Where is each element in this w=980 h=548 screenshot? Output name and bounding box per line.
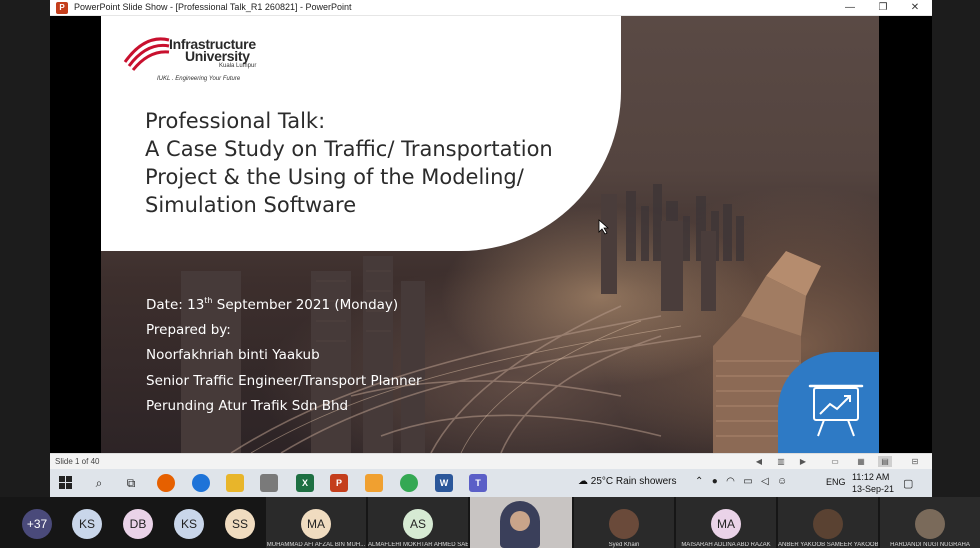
restore-button[interactable]: ❐ [868, 0, 898, 16]
excel-icon[interactable]: X [296, 474, 314, 492]
prepared-by-label: Prepared by: [146, 321, 231, 338]
presenter-company: Perunding Atur Trafik Sdn Bhd [146, 398, 349, 414]
notification-icon[interactable]: ▢ [903, 477, 913, 490]
participant-tile[interactable]: MA MUHAMMAD AFI AFZAL BIN MUH... [266, 497, 366, 548]
participant-name: HARDANDI NUGI NUGRAHA [890, 542, 970, 548]
powerpoint-app-icon: P [56, 2, 68, 14]
participant-tile[interactable]: HARDANDI NUGI NUGRAHA [880, 497, 980, 548]
iukl-logo: Infrastructure University Kuala Lumpur I… [123, 32, 263, 88]
participant-name: Syed Khairi [608, 542, 640, 548]
window-titlebar: P PowerPoint Slide Show - [Professional … [50, 0, 932, 16]
word-icon[interactable]: W [435, 474, 453, 492]
normal-view-icon[interactable]: ▭ [828, 456, 842, 467]
powerpoint-icon[interactable]: P [330, 474, 348, 492]
close-button[interactable]: ✕ [900, 0, 930, 16]
participant-tile[interactable]: Syed Khairi [574, 497, 674, 548]
presentation-chart-icon [808, 384, 864, 437]
participant-photo [915, 509, 945, 539]
chrome-icon[interactable] [400, 474, 418, 492]
weather-widget[interactable]: ☁ 25°C Rain showers [578, 476, 677, 487]
file-explorer-icon[interactable] [226, 474, 244, 492]
people-icon[interactable]: ☺ [777, 476, 787, 487]
slide-show-area[interactable]: Infrastructure University Kuala Lumpur I… [50, 16, 932, 453]
participant-avatar[interactable]: SS [225, 509, 255, 539]
battery-icon[interactable]: ▭ [743, 476, 752, 487]
firefox-icon[interactable] [157, 474, 175, 492]
teams-icon[interactable]: T [469, 474, 487, 492]
slide-title: Professional Talk: A Case Study on Traff… [145, 107, 575, 219]
weather-desc: Rain showers [615, 476, 677, 487]
app-icon[interactable] [260, 474, 278, 492]
weather-temp: 25°C [590, 476, 614, 487]
chevron-up-icon[interactable]: ⌃ [695, 476, 703, 487]
window-title: PowerPoint Slide Show - [Professional Ta… [74, 2, 352, 12]
slide-counter: Slide 1 of 40 [55, 457, 100, 466]
participant-tile[interactable]: MA MAISARAH ADLINA ABD RAZAK [676, 497, 776, 548]
more-participants-button[interactable]: +37 [22, 509, 52, 539]
slide-grid-icon[interactable]: ▥ [774, 456, 788, 467]
slideshow-statusbar: Slide 1 of 40 ◀ ▥ ▶ ▭ ▦ ▤ ⊟ [50, 453, 932, 469]
weather-cloud-icon: ☁ [578, 476, 591, 487]
minimize-button[interactable]: — [835, 0, 865, 16]
participant-avatar[interactable]: KS [174, 509, 204, 539]
presentation-details: Date: 13th September 2021 (Monday) Prepa… [146, 296, 422, 424]
participant-avatar: MA [711, 509, 741, 539]
title-line: Project & the Using of the Modeling/ [145, 165, 524, 189]
active-speaker-video[interactable] [470, 497, 572, 548]
microphone-icon[interactable]: ● [712, 476, 718, 487]
participant-name: MAISARAH ADLINA ABD RAZAK [681, 542, 771, 548]
participant-photo [609, 509, 639, 539]
app-orange-icon[interactable] [365, 474, 383, 492]
logo-city: Kuala Lumpur [219, 63, 257, 69]
search-icon[interactable]: ⌕ [90, 474, 108, 492]
participant-name: ALMAFLEHI MOKHTAR AHMED SAE... [368, 542, 468, 548]
slide-sorter-icon[interactable]: ▦ [854, 456, 868, 467]
participant-name: ANBER YAKOOB SAMEER YAKOOB [778, 542, 878, 548]
volume-icon[interactable]: ◁ [761, 476, 769, 487]
participant-avatar: MA [301, 509, 331, 539]
participant-avatar: AS [403, 509, 433, 539]
logo-tagline: IUKL . Engineering Your Future [157, 76, 241, 82]
title-line: A Case Study on Traffic/ Transportation [145, 137, 553, 161]
iukl-logo-mark-icon [123, 37, 170, 71]
participant-photo [813, 509, 843, 539]
screen: P PowerPoint Slide Show - [Professional … [0, 0, 980, 548]
mouse-cursor-icon [598, 219, 610, 235]
clock-time[interactable]: 11:12 AM [852, 472, 889, 482]
logo-name-line2: University [185, 48, 250, 64]
date-line: Date: 13th September 2021 (Monday) [146, 296, 422, 322]
date-suffix: September 2021 (Monday) [212, 297, 399, 313]
participants-strip: +37 KS DB KS SS MA MUHAMMAD AFI AFZAL BI… [0, 497, 980, 548]
title-line: Professional Talk: [145, 109, 326, 133]
slide[interactable]: Infrastructure University Kuala Lumpur I… [101, 16, 879, 453]
date-prefix: Date: 13 [146, 297, 205, 313]
network-icon[interactable]: ◠ [726, 476, 735, 487]
windows-start-icon[interactable] [59, 476, 73, 490]
participant-avatar[interactable]: DB [123, 509, 153, 539]
date-ordinal: th [204, 296, 213, 305]
next-slide-icon[interactable]: ▶ [796, 456, 810, 467]
windows-taskbar: ⌕ ⧉ X P W T ☁ 25°C Rain showers ⌃ ● ◠ ▭ … [50, 469, 932, 497]
speaker-face [510, 511, 530, 531]
participant-tile[interactable]: AS ALMAFLEHI MOKHTAR AHMED SAE... [368, 497, 468, 548]
title-line: Simulation Software [145, 193, 357, 217]
participant-avatar[interactable]: KS [72, 509, 102, 539]
clock-date[interactable]: 13-Sep-21 [852, 484, 894, 494]
edge-icon[interactable] [192, 474, 210, 492]
system-tray: ⌃ ● ◠ ▭ ◁ ☺ [695, 476, 787, 487]
participant-tile[interactable]: ANBER YAKOOB SAMEER YAKOOB [778, 497, 878, 548]
powerpoint-window: P PowerPoint Slide Show - [Professional … [50, 0, 932, 497]
slideshow-view-icon[interactable]: ⊟ [908, 456, 922, 467]
task-view-icon[interactable]: ⧉ [122, 474, 140, 492]
presenter-name: Noorfakhriah binti Yaakub [146, 347, 320, 363]
reading-view-icon[interactable]: ▤ [878, 456, 892, 467]
participant-name: MUHAMMAD AFI AFZAL BIN MUH... [266, 542, 366, 548]
language-indicator[interactable]: ENG [826, 477, 846, 487]
presenter-role: Senior Traffic Engineer/Transport Planne… [146, 372, 422, 389]
previous-slide-icon[interactable]: ◀ [752, 456, 766, 467]
